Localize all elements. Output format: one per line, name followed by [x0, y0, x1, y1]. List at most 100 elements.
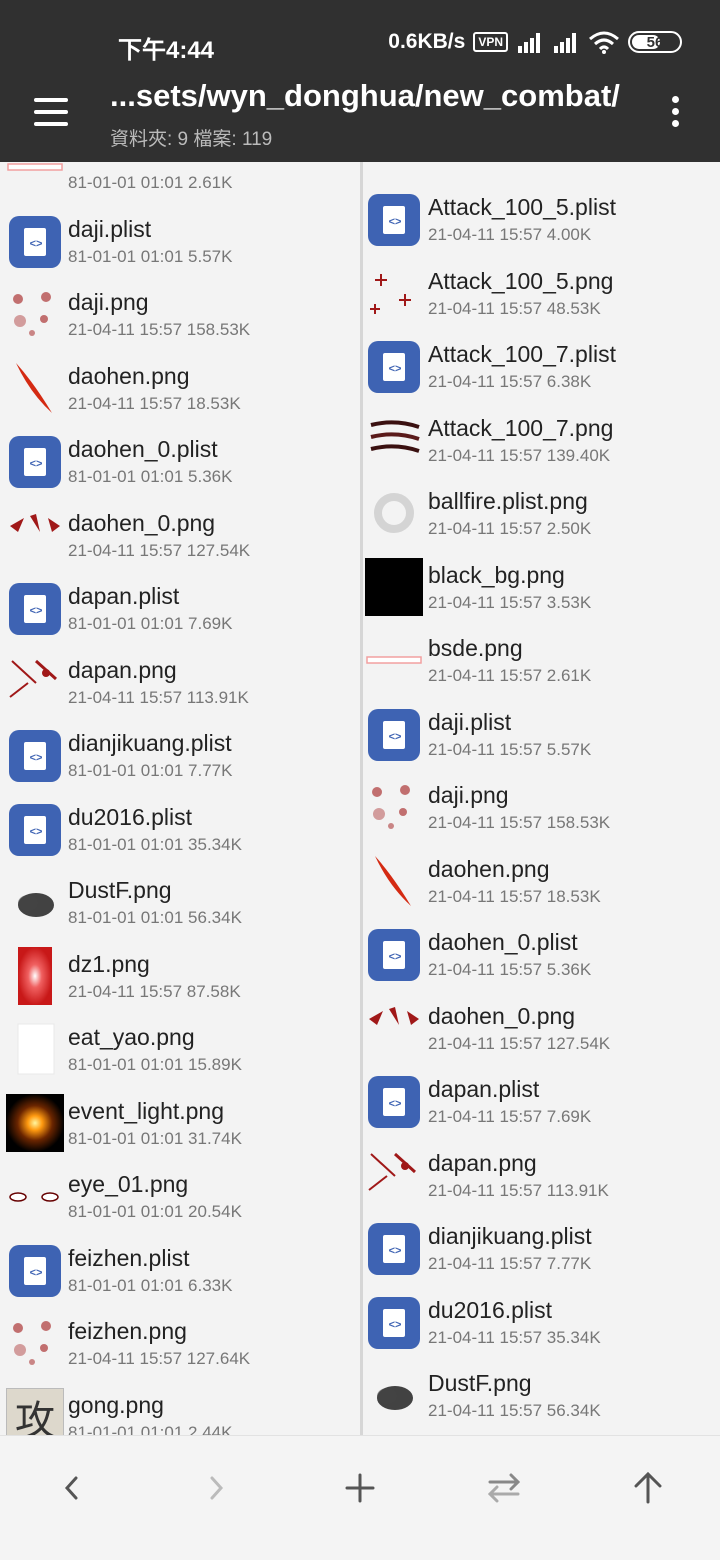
file-meta: 21-04-11 15:57 18.53K — [428, 886, 601, 906]
file-name: dapan.plist — [428, 1076, 540, 1102]
file-meta: 81-01-01 01:01 6.33K — [68, 1275, 233, 1295]
left-file-pane[interactable]: 81-01-01 01:01 2.61K <> daji.plist 81-01-01… — [0, 162, 360, 1435]
file-thumbnail-icon — [6, 162, 64, 196]
file-item[interactable]: <> du2016.plist 21-04-11 15:57 35.34K — [363, 1285, 720, 1358]
parent-folder-button[interactable] — [618, 1458, 678, 1518]
file-item[interactable]: <> dapan.plist 21-04-11 15:57 7.69K — [363, 1064, 720, 1137]
file-item[interactable]: black_bg.png 21-04-11 15:57 3.53K — [363, 550, 720, 623]
file-meta: 21-04-11 15:57 127.64K — [68, 1349, 251, 1368]
status-bar: 下午4:44 0.6KB/s VPN 56 — [0, 0, 720, 88]
file-thumbnail-icon — [6, 1093, 64, 1152]
add-button[interactable] — [330, 1458, 390, 1518]
file-thumbnail-icon: <> — [365, 190, 423, 248]
back-button[interactable] — [42, 1458, 102, 1518]
file-meta: 21-04-11 15:57 35.34K — [428, 1327, 601, 1347]
wifi-icon — [589, 31, 619, 54]
file-thumbnail-icon — [365, 264, 423, 322]
file-thumbnail-icon — [365, 999, 423, 1057]
file-name: dapan.png — [428, 1149, 537, 1176]
menu-icon[interactable] — [30, 96, 72, 128]
file-thumbnail-icon: 攻 — [6, 1387, 64, 1435]
file-item[interactable]: <> du2016.plist 81-01-01 01:01 35.34K — [0, 792, 360, 865]
file-item[interactable]: Attack_100_7.png 21-04-11 15:57 139.40K — [363, 403, 720, 476]
status-indicators: 0.6KB/s VPN 56 — [388, 30, 682, 54]
file-name: DustF.png — [68, 877, 172, 903]
file-meta: 81-01-01 01:01 5.57K — [68, 246, 233, 266]
file-name: daohen.png — [428, 855, 550, 882]
file-name: daohen_0.plist — [68, 436, 218, 462]
file-meta: 21-04-11 15:57 4.00K — [428, 225, 592, 244]
file-item[interactable]: dapan.png 21-04-11 15:57 113.91K — [0, 645, 360, 718]
app-header: 下午4:44 0.6KB/s VPN 56 ...sets/wyn_donghu… — [0, 0, 720, 162]
file-item[interactable]: daji.png 21-04-11 15:57 158.53K — [363, 770, 720, 843]
vpn-icon: VPN — [473, 32, 508, 52]
file-item[interactable]: <> daohen_0.plist 81-01-01 01:01 5.36K — [0, 424, 360, 497]
file-meta: 21-04-11 15:57 5.57K — [428, 739, 592, 759]
file-meta: 21-04-11 15:57 6.38K — [428, 372, 592, 391]
file-thumbnail-icon: <> — [365, 705, 423, 763]
file-item[interactable]: event_light.png 81-01-01 01:01 31.74K — [0, 1086, 360, 1159]
file-item[interactable]: <> dianjikuang.plist 21-04-11 15:57 7.77K — [363, 1211, 720, 1284]
file-manager-app: 下午4:44 0.6KB/s VPN 56 ...sets/wyn_donghu… — [0, 0, 720, 1560]
file-item[interactable]: <> Attack_100_5.plist 21-04-11 15:57 4.00K — [363, 182, 720, 255]
file-name: daohen_0.png — [428, 1002, 576, 1029]
net-speed: 0.6KB/s — [388, 30, 466, 53]
file-item[interactable]: daji.png 21-04-11 15:57 158.53K — [0, 277, 360, 350]
file-item[interactable]: daohen_0.png 21-04-11 15:57 127.54K — [0, 498, 360, 571]
code-glyph: <> — [29, 752, 43, 764]
file-item[interactable]: <> daji.plist 81-01-01 01:01 5.57K — [0, 204, 360, 277]
file-meta: 21-04-11 15:57 2.61K — [428, 666, 592, 685]
file-thumbnail-icon: <> — [365, 1072, 423, 1130]
file-item[interactable]: <> dapan.plist 81-01-01 01:01 7.69K — [0, 571, 360, 644]
signal-hd-icon — [518, 33, 540, 53]
file-meta: 81-01-01 01:01 35.34K — [68, 834, 242, 854]
file-name: du2016.plist — [68, 803, 193, 830]
swap-icon — [487, 1473, 521, 1503]
file-item[interactable]: daohen.png 21-04-11 15:57 18.53K — [0, 351, 360, 424]
file-item[interactable]: Attack_100_5.png 21-04-11 15:57 48.53K — [363, 256, 720, 329]
file-meta: 81-01-01 01:01 7.69K — [68, 614, 233, 633]
file-name: Attack_100_5.plist — [428, 194, 616, 220]
file-item[interactable]: daohen.png 21-04-11 15:57 18.53K — [363, 844, 720, 917]
file-item[interactable]: eye_01.png 81-01-01 01:01 20.54K — [0, 1159, 360, 1232]
file-item[interactable]: 81-01-01 01:01 2.61K — [0, 162, 360, 203]
file-item[interactable]: DustF.png 81-01-01 01:01 56.34K — [0, 865, 360, 938]
file-item[interactable]: <> daji.plist 21-04-11 15:57 5.57K — [363, 697, 720, 770]
code-glyph: <> — [388, 730, 402, 743]
file-thumbnail-icon: <> — [6, 579, 64, 637]
file-name: daohen_0.plist — [428, 929, 578, 955]
code-glyph: <> — [388, 951, 402, 963]
file-item[interactable]: <> feizhen.plist 81-01-01 01:01 6.33K — [0, 1233, 360, 1306]
file-thumbnail-icon: <> — [365, 925, 423, 983]
swap-panes-button[interactable] — [474, 1458, 534, 1518]
code-glyph: <> — [29, 825, 43, 838]
file-item[interactable]: DustF.png 21-04-11 15:57 56.34K — [363, 1358, 720, 1431]
file-name: event_light.png — [68, 1097, 225, 1124]
more-options-icon[interactable] — [662, 94, 690, 130]
file-item[interactable]: daohen_0.png 21-04-11 15:57 127.54K — [363, 991, 720, 1064]
file-item[interactable]: <> dianjikuang.plist 81-01-01 01:01 7.77K — [0, 718, 360, 791]
forward-button[interactable] — [186, 1458, 246, 1518]
file-meta: 21-04-11 15:57 7.69K — [428, 1107, 592, 1126]
file-meta: 81-01-01 01:01 2.44K — [68, 1422, 233, 1436]
file-item[interactable]: feizhen.png 21-04-11 15:57 127.64K — [0, 1306, 360, 1379]
file-item[interactable]: ballfire.plist.png 21-04-11 15:57 2.50K — [363, 476, 720, 549]
file-item[interactable]: bsde.png 21-04-11 15:57 2.61K — [363, 623, 720, 696]
file-thumbnail-icon — [6, 946, 64, 1005]
file-item[interactable]: <> daohen_0.plist 21-04-11 15:57 5.36K — [363, 917, 720, 990]
file-name: Attack_100_5.png — [428, 267, 614, 294]
file-meta: 81-01-01 01:01 20.54K — [68, 1202, 242, 1221]
file-item[interactable]: dapan.png 21-04-11 15:57 113.91K — [363, 1138, 720, 1211]
right-file-pane[interactable]: <> Attack_100_5.plist 21-04-11 15:57 4.00K… — [363, 162, 720, 1435]
file-name: bsde.png — [428, 635, 523, 661]
file-thumbnail-icon — [6, 873, 64, 931]
current-path: ...sets/wyn_donghua/new_combat/ — [110, 78, 620, 113]
file-item[interactable]: <> Attack_100_7.plist 21-04-11 15:57 6.38K — [363, 329, 720, 402]
file-thumbnail-icon — [6, 1167, 64, 1225]
signal-icon — [554, 33, 576, 53]
file-item[interactable]: eat_yao.png 81-01-01 01:01 15.89K — [0, 1012, 360, 1085]
file-meta: 21-04-11 15:57 87.58K — [68, 981, 241, 1001]
file-meta: 21-04-11 15:57 5.36K — [428, 960, 592, 979]
file-item[interactable]: 攻 gong.png 81-01-01 01:01 2.44K — [0, 1380, 360, 1436]
file-item[interactable]: dz1.png 21-04-11 15:57 87.58K — [0, 939, 360, 1012]
